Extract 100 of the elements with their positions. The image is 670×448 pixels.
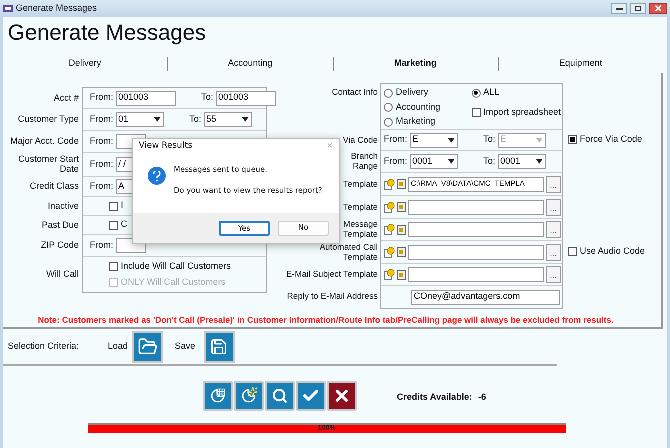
field-label: To: bbox=[484, 154, 496, 168]
field-label: From: bbox=[90, 91, 114, 104]
field-label: To: bbox=[202, 91, 214, 104]
help-document-icon[interactable] bbox=[384, 202, 395, 212]
search-icon bbox=[272, 388, 288, 404]
cancel-button[interactable] bbox=[327, 381, 357, 411]
caret-icon bbox=[242, 117, 249, 122]
checkbox[interactable] bbox=[109, 220, 118, 230]
field-label: Marketing bbox=[396, 115, 436, 128]
document-icon[interactable] bbox=[397, 270, 406, 280]
file-path-field[interactable] bbox=[408, 222, 544, 237]
check-button[interactable] bbox=[296, 381, 326, 411]
tab[interactable]: Accounting bbox=[222, 57, 279, 71]
field-label: From: bbox=[90, 180, 114, 193]
field-label: Template bbox=[344, 202, 378, 212]
caret-icon bbox=[448, 159, 454, 164]
browse-button[interactable]: ... bbox=[546, 198, 561, 216]
field-label: Force Via Code bbox=[580, 132, 642, 146]
checkbox[interactable] bbox=[109, 202, 118, 210]
field-label: Import spreadsheet bbox=[484, 106, 562, 119]
moon-icon bbox=[241, 388, 257, 404]
field-label: Major Acct. Code bbox=[10, 136, 79, 146]
field-label: From: bbox=[384, 154, 408, 168]
dropdown[interactable]: 01 bbox=[116, 112, 164, 127]
field-label: Credit Class bbox=[30, 181, 79, 191]
caret-icon bbox=[154, 117, 160, 122]
tab[interactable]: Equipment bbox=[553, 57, 608, 71]
load-button[interactable] bbox=[132, 330, 164, 362]
minimize-button[interactable] bbox=[611, 3, 627, 14]
document-icon[interactable] bbox=[397, 247, 406, 257]
input-field[interactable]: 001003 bbox=[216, 90, 276, 106]
help-document-icon[interactable] bbox=[384, 269, 395, 280]
field-label: Include Will Call Customers bbox=[121, 260, 232, 272]
maximize-button[interactable] bbox=[630, 3, 646, 14]
field-label: Delivery bbox=[396, 86, 429, 100]
moon-stars-button[interactable] bbox=[234, 381, 264, 411]
radio-button[interactable] bbox=[472, 88, 480, 98]
field-label: Customer Start Date bbox=[18, 154, 79, 174]
field-label: Load bbox=[108, 340, 128, 353]
browse-button[interactable]: ... bbox=[546, 176, 561, 192]
field-label: I bbox=[121, 199, 124, 212]
checkbox[interactable] bbox=[568, 247, 577, 256]
browse-button[interactable]: ... bbox=[546, 244, 561, 260]
field-label: From: bbox=[90, 238, 114, 252]
save-button[interactable] bbox=[204, 330, 235, 362]
field-label: Branch Range bbox=[351, 151, 378, 171]
tab[interactable]: Marketing bbox=[388, 57, 443, 71]
document-icon[interactable] bbox=[397, 224, 406, 234]
grid-icon bbox=[216, 388, 226, 398]
field-label: Past Due bbox=[42, 220, 79, 230]
document-icon[interactable] bbox=[397, 202, 406, 212]
page-heading: Generate Messages bbox=[7, 19, 208, 47]
stars-icon bbox=[248, 387, 258, 397]
field-label: Reply to E-Mail Address bbox=[287, 291, 378, 301]
tab[interactable]: Delivery bbox=[62, 57, 108, 71]
dropdown[interactable]: E bbox=[410, 132, 458, 148]
field-label: -6 bbox=[478, 391, 486, 404]
radio-button[interactable] bbox=[384, 118, 393, 126]
help-document-icon[interactable] bbox=[384, 224, 395, 235]
file-path-field[interactable] bbox=[408, 200, 544, 214]
field-label: To: bbox=[190, 112, 202, 126]
field-label: Via Code bbox=[343, 134, 378, 144]
close-icon bbox=[654, 4, 662, 13]
field-label: Accounting bbox=[396, 100, 441, 114]
field-label: Inactive bbox=[48, 200, 79, 210]
dropdown[interactable]: 0001 bbox=[498, 154, 546, 169]
field-label: ONLY Will Call Customers bbox=[121, 276, 226, 289]
close-button[interactable] bbox=[649, 3, 667, 14]
close-icon bbox=[333, 387, 351, 405]
field-label: Contact Info bbox=[332, 87, 378, 97]
field-label: From: bbox=[384, 133, 408, 146]
email-field[interactable]: COney@advantagers.com bbox=[411, 290, 560, 304]
warning-note: Note: Customers marked as 'Don't Call (Presale)' in Customer Information/Route Info tab/PreCalling page will always be excluded from results. bbox=[37, 314, 615, 327]
checkbox[interactable] bbox=[109, 262, 118, 271]
field-label: Save bbox=[175, 340, 196, 353]
radio-button[interactable] bbox=[384, 88, 393, 98]
field-label: To: bbox=[484, 133, 496, 146]
moon-calendar-button[interactable] bbox=[203, 381, 233, 411]
dropdown[interactable]: 55 bbox=[204, 112, 252, 127]
window-title: Generate Messages bbox=[16, 2, 98, 15]
search-button[interactable] bbox=[265, 381, 295, 411]
input-field[interactable]: 001003 bbox=[116, 90, 176, 106]
browse-button[interactable]: ... bbox=[546, 266, 561, 283]
dropdown[interactable]: 0001 bbox=[410, 154, 458, 169]
file-path-field[interactable] bbox=[408, 267, 544, 282]
caret-icon bbox=[536, 159, 543, 164]
radio-button[interactable] bbox=[384, 103, 393, 112]
checkbox[interactable] bbox=[472, 108, 480, 117]
file-path-field[interactable] bbox=[408, 244, 544, 260]
caret-icon bbox=[448, 138, 454, 142]
question-icon bbox=[148, 167, 166, 185]
checkbox[interactable] bbox=[568, 135, 577, 144]
field-label: Template bbox=[344, 178, 378, 188]
field-label: Use Audio Code bbox=[580, 244, 646, 258]
document-icon[interactable] bbox=[397, 179, 406, 189]
field-label: From: bbox=[90, 134, 114, 148]
browse-button[interactable]: ... bbox=[546, 221, 561, 238]
dialog-title: View Results bbox=[139, 140, 193, 153]
help-document-icon[interactable] bbox=[384, 246, 395, 258]
help-document-icon[interactable] bbox=[384, 178, 395, 190]
